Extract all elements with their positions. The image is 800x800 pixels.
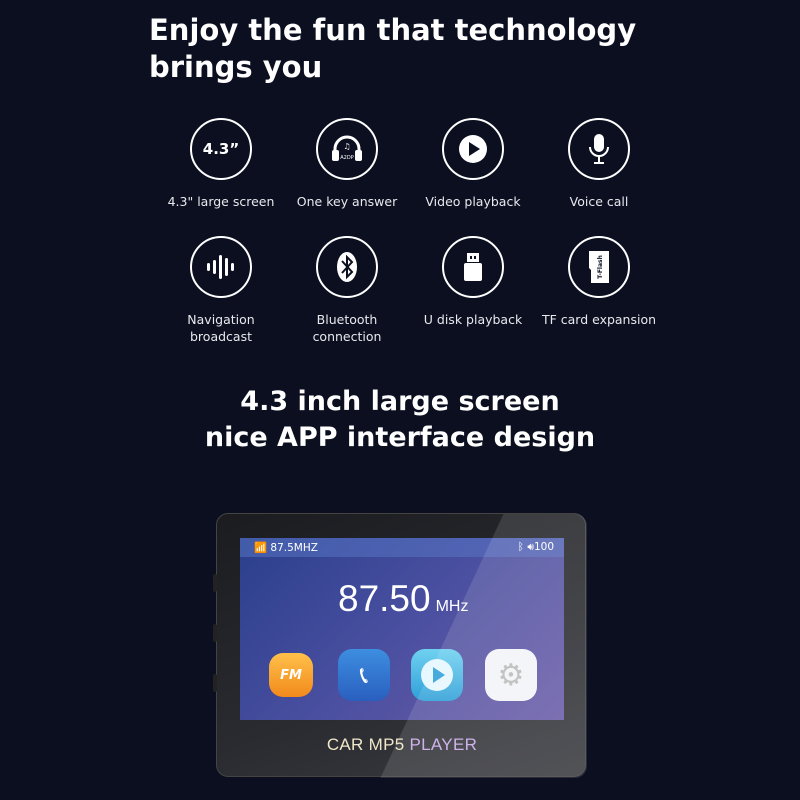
feature-sound-wave: Navigation broadcast <box>158 236 284 345</box>
volume-icon: 🔊︎ <box>527 541 534 553</box>
feature-bluetooth: Bluetooth connection <box>284 236 410 345</box>
feature-microphone: Voice call <box>536 118 662 210</box>
svg-text:♫: ♫ <box>343 142 350 151</box>
feature-label: TF card expansion <box>541 312 657 327</box>
feature-label: U disk playback <box>423 312 523 327</box>
feature-headphones: ♫ A2DP One key answer <box>284 118 410 210</box>
device-screen: 📶 87.5MHZ ᛒ 🔊︎100 87.50 MHz FM 📞︎ ⚙ <box>240 538 564 720</box>
brand-label: CAR MP5 PLAYER <box>326 735 478 754</box>
usb-drive-icon <box>442 236 504 298</box>
antenna-icon: 📶 <box>254 542 268 554</box>
feature-label: Video playback <box>425 194 521 209</box>
car-mp5-player: 📶 87.5MHZ ᛒ 🔊︎100 87.50 MHz FM 📞︎ ⚙ CAR M… <box>213 513 587 778</box>
sound-wave-icon <box>190 236 252 298</box>
bluetooth-icon: ᛒ <box>517 541 524 553</box>
feature-label: Navigation broadcast <box>187 312 255 344</box>
headphones-icon: ♫ A2DP <box>316 118 378 180</box>
fm-app-icon[interactable]: FM <box>269 653 313 697</box>
svg-text:T-Flash: T-Flash <box>597 255 604 279</box>
feature-tf-card: T-Flash TF card expansion <box>536 236 662 328</box>
feature-label: Voice call <box>569 194 629 209</box>
feature-play: Video playback <box>410 118 536 210</box>
feature-screen-size: 4.3” 4.3" large screen <box>158 118 284 210</box>
feature-label: One key answer <box>296 194 398 209</box>
video-player-app-icon[interactable] <box>411 649 463 701</box>
feature-label: 4.3" large screen <box>167 194 275 209</box>
bluetooth-icon <box>316 236 378 298</box>
settings-app-icon[interactable]: ⚙ <box>485 649 537 701</box>
page-title: Enjoy the fun that technology brings you <box>149 13 637 84</box>
section-heading: 4.3 inch large screen nice APP interface… <box>204 386 596 453</box>
tf-card-icon: T-Flash <box>568 236 630 298</box>
play-icon <box>442 118 504 180</box>
microphone-icon <box>568 118 630 180</box>
feature-usb-drive: U disk playback <box>410 236 536 328</box>
status-bar: 📶 87.5MHZ ᛒ 🔊︎100 <box>240 538 564 557</box>
feature-label: Bluetooth connection <box>312 312 382 344</box>
screen-size-icon: 4.3” <box>190 118 252 180</box>
svg-text:A2DP: A2DP <box>340 155 353 161</box>
bluetooth-phone-app-icon[interactable]: 📞︎ <box>338 649 390 701</box>
frequency-display: 87.50 MHz <box>338 578 469 619</box>
